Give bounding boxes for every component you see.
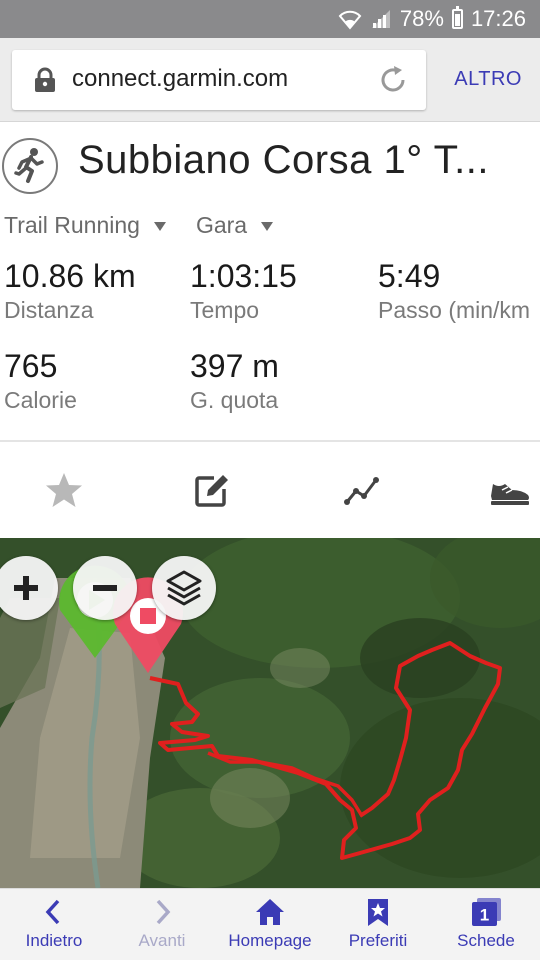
activity-title: Subbiano Corsa 1° T... bbox=[78, 138, 489, 182]
stat-elevation-gain: 397 m G. quota bbox=[190, 348, 279, 414]
nav-label: Indietro bbox=[25, 931, 83, 950]
stat-label: Passo (min/km bbox=[378, 297, 531, 323]
stat-value: 10.86 km bbox=[4, 258, 136, 294]
route-map[interactable] bbox=[0, 538, 540, 888]
bookmarks-button[interactable]: Preferiti bbox=[324, 897, 432, 951]
stat-distance: 10.86 km Distanza bbox=[4, 258, 136, 324]
tabs-count: 1 bbox=[480, 906, 489, 925]
back-button[interactable]: Indietro bbox=[0, 897, 108, 951]
activity-toolbar bbox=[0, 442, 540, 538]
stat-label: Calorie bbox=[4, 387, 77, 413]
star-icon[interactable] bbox=[44, 470, 84, 510]
chevron-left-icon bbox=[45, 899, 60, 925]
nav-label: Avanti bbox=[138, 931, 186, 950]
browser-bottom-nav: Indietro Avanti Homepage Preferiti 1 Sch… bbox=[0, 888, 540, 960]
home-icon bbox=[256, 899, 284, 925]
stat-value: 397 m bbox=[190, 348, 279, 384]
stat-value: 1:03:15 bbox=[190, 258, 297, 294]
signal-icon bbox=[371, 10, 390, 28]
lock-icon bbox=[35, 67, 55, 92]
bookmark-star-icon bbox=[368, 899, 388, 926]
stat-label: Tempo bbox=[190, 297, 260, 323]
battery-icon bbox=[451, 6, 463, 29]
activity-summary: Subbiano Corsa 1° T... Trail Running Gar… bbox=[0, 122, 540, 442]
shoe-icon[interactable] bbox=[488, 470, 532, 510]
url-text: connect.garmin.com bbox=[72, 65, 289, 92]
tabs-button[interactable]: 1 Schede bbox=[432, 897, 540, 951]
tabs-icon: 1 bbox=[472, 898, 501, 926]
stat-label: Distanza bbox=[4, 297, 94, 323]
stat-label: G. quota bbox=[190, 387, 279, 413]
stat-pace: 5:49 Passo (min/km bbox=[378, 258, 540, 324]
battery-percent: 78% bbox=[399, 6, 444, 31]
more-menu-button[interactable]: ALTRO bbox=[454, 68, 522, 91]
minus-icon bbox=[93, 585, 117, 591]
homepage-button[interactable]: Homepage bbox=[216, 897, 324, 951]
activity-type-label: Trail Running bbox=[4, 212, 140, 238]
layers-icon bbox=[166, 570, 202, 606]
stat-value: 5:49 bbox=[378, 258, 441, 294]
activity-type-badge bbox=[2, 138, 58, 194]
stat-calories: 765 Calorie bbox=[4, 348, 77, 414]
plus-icon bbox=[14, 576, 38, 600]
zoom-in-button[interactable] bbox=[0, 556, 58, 620]
nav-label: Preferiti bbox=[348, 931, 408, 950]
stat-value: 765 bbox=[4, 348, 58, 384]
chevron-right-icon bbox=[156, 899, 171, 925]
runner-icon bbox=[14, 148, 44, 183]
chart-line-icon[interactable] bbox=[342, 470, 382, 510]
reload-icon[interactable] bbox=[376, 63, 410, 97]
address-bar[interactable]: connect.garmin.com bbox=[12, 50, 426, 110]
nav-label: Schede bbox=[457, 931, 515, 950]
map-layers-button[interactable] bbox=[152, 556, 216, 620]
nav-label: Homepage bbox=[228, 931, 312, 950]
forward-button[interactable]: Avanti bbox=[108, 897, 216, 951]
caret-down-icon bbox=[261, 222, 274, 231]
caret-down-icon bbox=[153, 222, 166, 231]
stat-time: 1:03:15 Tempo bbox=[190, 258, 297, 324]
status-bar: 78% 17:26 bbox=[0, 0, 540, 38]
wifi-icon bbox=[338, 10, 362, 30]
browser-toolbar: connect.garmin.com ALTRO bbox=[0, 38, 540, 122]
activity-type-dropdown[interactable]: Trail Running bbox=[4, 212, 166, 239]
zoom-out-button[interactable] bbox=[73, 556, 137, 620]
clock: 17:26 bbox=[470, 6, 526, 31]
event-type-dropdown[interactable]: Gara bbox=[195, 212, 274, 239]
edit-icon[interactable] bbox=[192, 470, 232, 510]
event-type-label: Gara bbox=[195, 212, 248, 238]
